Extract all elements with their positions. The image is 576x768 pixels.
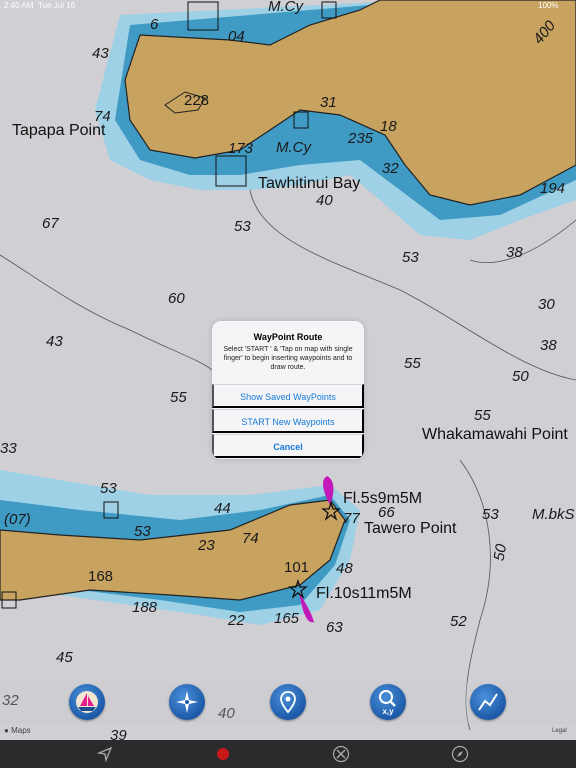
sounding: 31 [320, 94, 337, 111]
sounding: 6 [150, 16, 159, 33]
place-name: Tapapa Point [12, 122, 106, 139]
place-name: Tawhitinui Bay [258, 175, 361, 192]
sounding: 53 [482, 506, 499, 523]
map-pin-icon [280, 691, 296, 714]
sounding: 52 [450, 613, 467, 630]
sounding: 30 [538, 296, 555, 313]
bottom-tab-bar [0, 740, 576, 768]
search-xy-button[interactable]: x,y [370, 684, 406, 720]
search-xy-label: x,y [382, 707, 394, 716]
chart-label: M.Cy [268, 0, 303, 15]
dialog-message: Select 'START ' & 'Tap on map with singl… [223, 346, 353, 371]
sounding: 53 [234, 218, 251, 235]
sounding: 74 [94, 108, 111, 125]
sounding: 23 [198, 537, 215, 554]
sounding: 45 [56, 649, 73, 666]
show-saved-waypoints-button[interactable]: Show Saved WayPoints [212, 384, 364, 408]
tab-record[interactable] [214, 745, 232, 763]
height-label: 168 [88, 568, 114, 585]
route-icon [478, 693, 498, 711]
chart-label: M.Cy [276, 139, 311, 156]
sounding: 67 [42, 215, 59, 232]
sounding: 50 [490, 542, 511, 563]
sounding: 194 [540, 180, 566, 197]
sounding: 22 [228, 612, 245, 629]
waypoint-route-dialog: WayPoint Route Select 'START ' & 'Tap on… [212, 321, 364, 459]
map-pin-button[interactable] [270, 684, 306, 720]
navigation-arrow-icon [96, 746, 113, 763]
sounding: 165 [274, 610, 300, 627]
sounding: 38 [506, 244, 523, 261]
status-time: 2:40 AM [4, 1, 34, 10]
sounding: 55 [474, 407, 491, 424]
sounding: 55 [170, 389, 187, 406]
sounding: 66 [378, 504, 395, 521]
sounding: 77 [343, 510, 360, 527]
sounding: 53 [402, 249, 419, 266]
sounding: 60 [168, 290, 185, 307]
sounding: (07) [4, 511, 31, 528]
sounding: 38 [540, 337, 557, 354]
sounding: 48 [336, 560, 353, 577]
sounding: 173 [228, 140, 254, 157]
sounding: 50 [512, 368, 529, 385]
dialog-title: WayPoint Route [253, 332, 323, 342]
sounding: 04 [228, 28, 245, 45]
place-name: Whakamawahi Point [422, 426, 568, 443]
boat-icon [76, 691, 98, 713]
battery-percent: 100% [538, 1, 559, 10]
legal-link[interactable]: Legal [552, 728, 567, 734]
sounding: 18 [380, 118, 397, 135]
route-button[interactable] [470, 684, 506, 720]
sounding: 53 [134, 523, 151, 540]
compass-icon [451, 745, 469, 763]
apple-logo-icon: ● [4, 726, 9, 735]
tools-icon [332, 745, 350, 763]
sounding: 43 [46, 333, 63, 350]
record-icon [217, 748, 229, 760]
sounding: 74 [242, 530, 259, 547]
sounding: 63 [326, 619, 343, 636]
sounding: 33 [0, 440, 17, 457]
sounding: 53 [100, 480, 117, 497]
compass-button[interactable] [169, 684, 205, 720]
status-date: Tue Jul 16 [38, 1, 76, 10]
chart-label: M.bkS [532, 506, 575, 523]
maps-attribution[interactable]: ● Maps [4, 726, 31, 735]
place-name: Tawero Point [364, 520, 457, 537]
start-new-waypoints-button[interactable]: START New Waypoints [212, 409, 364, 433]
sounding: 40 [316, 192, 333, 209]
maps-attribution-label: Maps [11, 726, 31, 735]
sounding: 188 [132, 599, 158, 616]
cancel-button[interactable]: Cancel [212, 434, 364, 458]
height-label: 228 [184, 92, 210, 109]
height-label: 101 [284, 559, 310, 576]
tab-navigation[interactable] [96, 745, 114, 763]
sounding: 32 [382, 160, 399, 177]
sounding: 43 [92, 45, 109, 62]
sounding: 44 [214, 500, 231, 517]
light-label: Fl.10s11m5M [316, 585, 412, 602]
compass-icon [176, 691, 198, 713]
tab-tools[interactable] [332, 745, 350, 763]
sounding: 235 [348, 130, 374, 147]
tab-compass[interactable] [451, 745, 469, 763]
sounding: 55 [404, 355, 421, 372]
boat-button[interactable] [69, 684, 105, 720]
